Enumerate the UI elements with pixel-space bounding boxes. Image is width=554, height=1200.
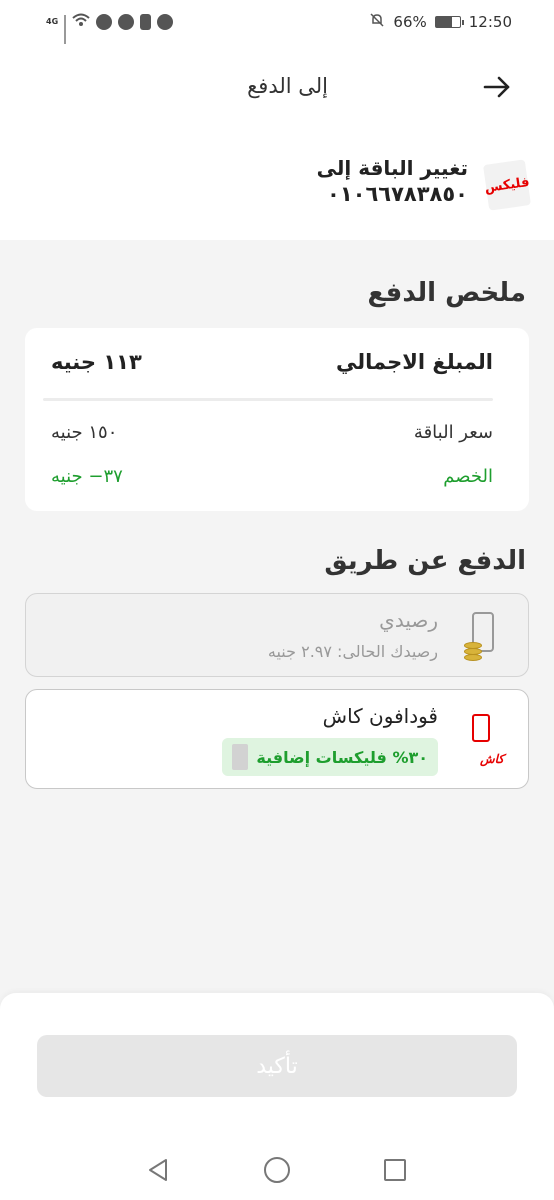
wifi-icon: [72, 13, 90, 31]
bonus-badge: ٣٠% فليكسات إضافية: [222, 738, 438, 776]
status-icons: 4G: [46, 13, 174, 49]
cash-text: ڤودافون كاش ٣٠% فليكسات إضافية: [222, 704, 438, 776]
package-title: تغيير الباقة إلى: [316, 156, 468, 180]
status-right: 66% 12:50: [369, 12, 512, 32]
system-nav-bar: [0, 1141, 554, 1200]
page-title: إلى الدفع: [247, 74, 328, 98]
whatsapp-icon: [96, 14, 113, 30]
summary-title: ملخص الدفع: [367, 278, 526, 308]
phone-number: ٠١٠٦٦٧٨٣٨٥٠: [327, 182, 468, 206]
discount-value: ٣٧− جنيه: [51, 466, 123, 487]
balance-subtitle: رصيدك الحالى: ٢.٩٧ جنيه: [267, 642, 438, 661]
payment-option-vodafone-cash[interactable]: كاش ڤودافون كاش ٣٠% فليكسات إضافية: [25, 689, 529, 789]
cash-logo-text: كاش: [479, 752, 504, 766]
balance-text: رصيدي رصيدك الحالى: ٢.٩٧ جنيه: [268, 608, 438, 661]
divider: [43, 398, 493, 401]
discount-label: الخصم: [443, 466, 493, 487]
package-text: تغيير الباقة إلى ٠١٠٦٦٧٨٣٨٥٠: [317, 156, 468, 206]
battery-icon: [434, 16, 464, 28]
payment-method-title: الدفع عن طريق: [324, 546, 526, 576]
signal-icon: [64, 15, 67, 49]
price-label: سعر الباقة: [413, 422, 493, 443]
total-label: المبلغ الاجمالي: [335, 350, 493, 374]
status-bar: 4G 66% 12:50: [0, 0, 554, 49]
nav-home-icon[interactable]: [264, 1157, 290, 1183]
phone-coins-icon: [458, 612, 502, 662]
network-type: 4G: [46, 17, 59, 26]
nav-back-icon[interactable]: [146, 1157, 172, 1187]
alert-icon: [140, 14, 152, 30]
header: إلى الدفع: [0, 44, 554, 130]
flex-logo: فليكس: [483, 159, 531, 211]
discount-row: الخصم ٣٧− جنيه: [51, 466, 493, 487]
price-row: سعر الباقة ١٥٠ جنيه: [51, 422, 493, 443]
nav-recent-icon[interactable]: [384, 1159, 406, 1181]
confirm-button[interactable]: تأكيد: [37, 1035, 517, 1097]
total-value: ١١٣ جنيه: [51, 350, 142, 374]
payment-option-balance[interactable]: رصيدي رصيدك الحالى: ٢.٩٧ جنيه: [25, 593, 529, 677]
cash-name: ڤودافون كاش: [322, 704, 438, 728]
payment-summary-card: المبلغ الاجمالي ١١٣ جنيه سعر الباقة ١٥٠ …: [25, 328, 529, 511]
balance-name: رصيدي: [379, 608, 438, 632]
vodafone-cash-icon: كاش: [460, 712, 504, 766]
bottom-sheet: تأكيد: [0, 993, 554, 1141]
messenger-icon: [118, 14, 135, 30]
snapchat-icon: [157, 14, 174, 30]
bonus-text: ٣٠% فليكسات إضافية: [256, 747, 428, 767]
battery-percent: 66%: [393, 13, 427, 31]
clock: 12:50: [468, 13, 512, 31]
price-value: ١٥٠ جنيه: [51, 422, 118, 443]
bonus-chip-icon: [232, 744, 249, 770]
back-arrow-icon[interactable]: [480, 70, 514, 104]
package-info: فليكس تغيير الباقة إلى ٠١٠٦٦٧٨٣٨٥٠: [0, 130, 554, 240]
mute-icon: [369, 12, 385, 32]
total-row: المبلغ الاجمالي ١١٣ جنيه: [51, 350, 493, 374]
